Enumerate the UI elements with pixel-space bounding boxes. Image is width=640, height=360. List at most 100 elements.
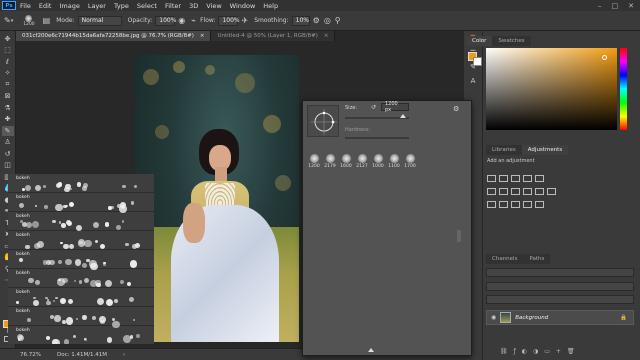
tab-channels[interactable]: Channels xyxy=(486,254,524,264)
lock-fill-row[interactable] xyxy=(486,295,634,304)
brush-angle-preview[interactable] xyxy=(307,105,339,137)
recent-brush-4[interactable]: 2127 xyxy=(355,151,369,169)
list-item[interactable]: bokeh xyxy=(8,250,154,271)
airbrush-icon[interactable]: ⌁ xyxy=(191,16,196,25)
marquee-tool-icon[interactable]: ⬚ xyxy=(2,46,14,56)
frame-tool-icon[interactable]: ⊠ xyxy=(2,92,14,102)
airbrush-toggle-icon[interactable]: ✈ xyxy=(241,16,248,25)
opacity-field[interactable]: 100% xyxy=(155,15,176,26)
stamp-tool-icon[interactable]: ♙ xyxy=(2,138,14,148)
minimize-icon[interactable]: – xyxy=(598,2,602,10)
list-item[interactable]: bokeh xyxy=(8,174,154,193)
brush-list-scrollbar[interactable] xyxy=(457,230,461,242)
tab-paths[interactable]: Paths xyxy=(523,254,551,264)
panel-resize-handle[interactable] xyxy=(368,348,374,352)
healing-tool-icon[interactable]: ✚ xyxy=(2,115,14,125)
menu-filter[interactable]: Filter xyxy=(161,2,185,10)
menu-edit[interactable]: Edit xyxy=(35,2,56,10)
gradient-map-icon[interactable] xyxy=(523,201,532,208)
recent-brush-2[interactable]: 2179 xyxy=(323,151,337,169)
close-icon[interactable]: × xyxy=(324,33,329,39)
link-icon[interactable]: ⛓ xyxy=(500,348,514,355)
doc-tab-2[interactable]: Untitled-4 @ 50% (Layer 1, RGB/8#) × xyxy=(211,31,336,41)
maximize-icon[interactable]: □ xyxy=(612,2,619,10)
pressure-opacity-icon[interactable]: ◉ xyxy=(178,16,185,25)
fx-icon[interactable]: ƒ xyxy=(514,348,522,355)
color-picker-cursor[interactable] xyxy=(602,55,607,60)
tab-adjustments[interactable]: Adjustments xyxy=(521,145,569,155)
status-expand-icon[interactable]: › xyxy=(123,352,125,358)
posterize-icon[interactable] xyxy=(499,201,508,208)
list-item[interactable]: bokeh xyxy=(8,269,154,288)
group-icon[interactable]: ▭ xyxy=(544,348,556,355)
tool-preset[interactable]: ✎ ▾ xyxy=(4,16,13,25)
layer-filter-field[interactable] xyxy=(486,268,634,277)
trash-icon[interactable]: 🗑 xyxy=(567,348,581,355)
list-item[interactable]: bokeh xyxy=(8,231,154,250)
symmetry-icon[interactable]: ⚲ xyxy=(335,16,341,25)
lasso-tool-icon[interactable]: ℓ xyxy=(2,57,14,67)
eyedropper-tool-icon[interactable]: ⚗ xyxy=(2,103,14,113)
visibility-eye-icon[interactable]: ◉ xyxy=(491,314,496,321)
settings-gear-icon[interactable]: ⚙ xyxy=(453,105,459,113)
tab-libraries[interactable]: Libraries xyxy=(486,145,522,155)
list-item[interactable]: bokeh xyxy=(8,326,154,344)
list-item[interactable]: bokeh xyxy=(8,193,154,214)
history-brush-tool-icon[interactable]: ↺ xyxy=(2,149,14,159)
brush-preset-picker[interactable]: 1200 xyxy=(23,14,35,27)
size-slider-handle[interactable] xyxy=(400,114,406,118)
brush-tool-icon[interactable]: ✎ xyxy=(1,126,14,136)
selective-color-icon[interactable] xyxy=(535,201,544,208)
mode-select[interactable]: Normal xyxy=(77,15,122,26)
flow-field[interactable]: 100% xyxy=(218,15,240,26)
tab-color[interactable]: Color xyxy=(466,36,493,46)
move-tool-icon[interactable]: ✥ xyxy=(2,34,14,44)
pressure-size-icon[interactable]: ◎ xyxy=(324,16,331,25)
crop-tool-icon[interactable]: ⌗ xyxy=(2,80,14,90)
menu-select[interactable]: Select xyxy=(133,2,161,10)
close-icon[interactable]: × xyxy=(200,33,205,39)
list-item[interactable]: bokeh xyxy=(8,212,154,232)
smoothing-options-icon[interactable]: ⚙ xyxy=(313,16,320,25)
list-item[interactable]: bokeh xyxy=(8,288,154,307)
close-icon[interactable]: ✕ xyxy=(628,2,634,10)
recent-brush-5[interactable]: 1000 xyxy=(371,151,385,169)
recent-brush-3[interactable]: 1600 xyxy=(339,151,353,169)
brush-settings-icon[interactable]: ▤ xyxy=(43,16,51,25)
blend-mode-field[interactable] xyxy=(486,282,634,291)
menu-view[interactable]: View xyxy=(202,2,225,10)
quick-select-tool-icon[interactable]: ✧ xyxy=(2,69,14,79)
color-picker-field[interactable] xyxy=(486,48,617,130)
new-layer-icon[interactable]: + xyxy=(556,348,567,355)
reset-size-icon[interactable]: ↺ xyxy=(371,104,376,111)
zoom-readout[interactable]: 76.72% xyxy=(20,352,41,358)
menu-help[interactable]: Help xyxy=(259,2,282,10)
panel-background-swatch[interactable] xyxy=(473,57,482,66)
lock-icon[interactable]: 🔒 xyxy=(620,315,627,321)
menu-layer[interactable]: Layer xyxy=(84,2,110,10)
recent-brush-7[interactable]: 1700 xyxy=(403,151,417,169)
invert-icon[interactable] xyxy=(487,201,496,208)
document-image[interactable] xyxy=(135,55,299,342)
recent-brush-1[interactable]: 1200 xyxy=(307,151,321,169)
color-lookup-icon[interactable] xyxy=(547,188,556,195)
size-field[interactable]: 1200 px xyxy=(381,101,409,113)
brush-tool-icon[interactable]: ✎ xyxy=(4,16,11,25)
menu-window[interactable]: Window xyxy=(226,2,260,10)
smoothing-field[interactable]: 10% xyxy=(291,15,310,26)
brush-settings-toggle[interactable]: ▤ xyxy=(43,16,51,25)
menu-image[interactable]: Image xyxy=(55,2,83,10)
recent-brush-6[interactable]: 1100 xyxy=(387,151,401,169)
tab-swatches[interactable]: Swatches xyxy=(492,36,531,46)
menu-type[interactable]: Type xyxy=(110,2,133,10)
doc-tab-1[interactable]: 031cf200e6c71944b15da6afa72258be.jpg @ 7… xyxy=(16,31,212,41)
doc-size-readout[interactable]: Doc: 1.41M/1.41M xyxy=(57,352,107,358)
menu-file[interactable]: File xyxy=(16,2,35,10)
character-panel-icon[interactable]: A xyxy=(468,77,478,85)
hardness-slider[interactable] xyxy=(345,137,409,139)
threshold-icon[interactable] xyxy=(511,201,520,208)
brush-list[interactable]: bokeh bokeh bokeh bokeh bokeh bokeh boke… xyxy=(8,174,154,344)
hue-slider[interactable] xyxy=(620,48,627,130)
mask-icon[interactable]: ◐ xyxy=(522,348,533,355)
list-item[interactable]: bokeh xyxy=(8,307,154,329)
